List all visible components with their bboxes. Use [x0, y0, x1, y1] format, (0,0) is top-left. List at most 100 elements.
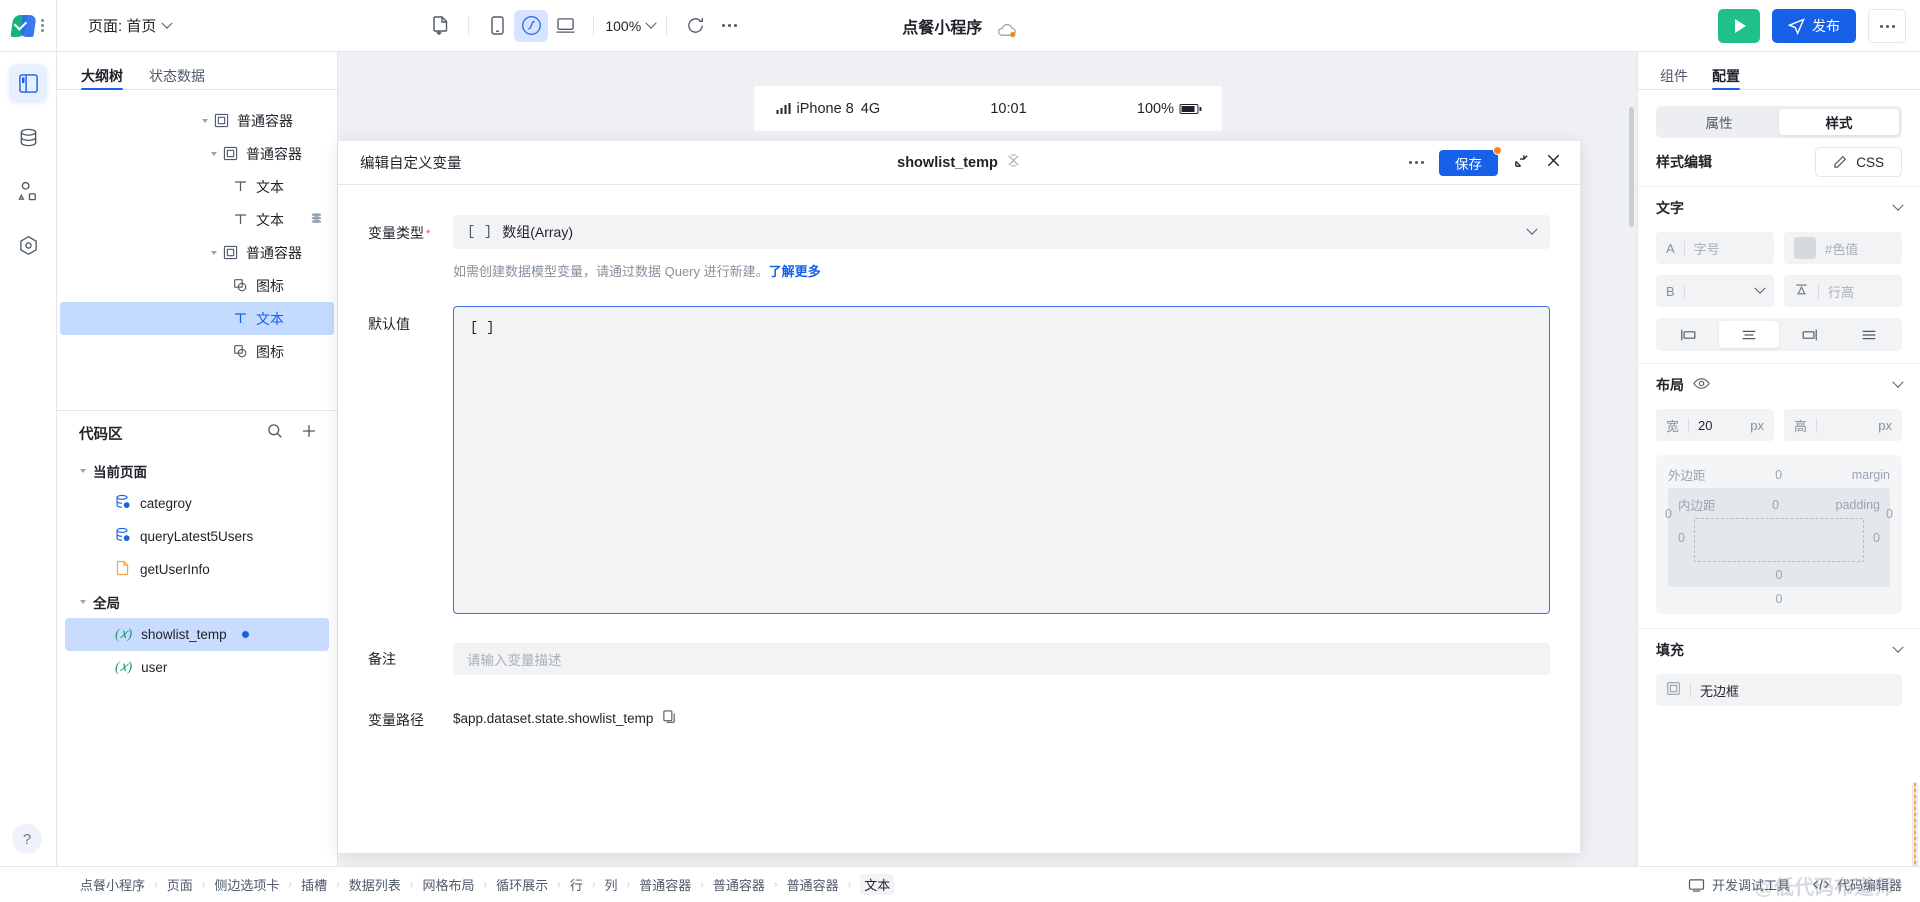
breadcrumb-item[interactable]: 行: [570, 875, 583, 894]
box-model-editor[interactable]: 外边距 0 margin 内边距 0 padding 0 0 0 0 0 0: [1656, 455, 1902, 614]
copy-icon[interactable]: [662, 709, 677, 727]
padding-left-value[interactable]: 0: [1678, 531, 1685, 545]
font-color-field[interactable]: #色值: [1784, 232, 1902, 264]
breadcrumb-item[interactable]: 普通容器: [639, 875, 691, 894]
align-right-button[interactable]: [1779, 321, 1839, 348]
mobile-device-icon[interactable]: [480, 10, 514, 42]
close-icon[interactable]: [1545, 152, 1562, 174]
css-edit-button[interactable]: CSS: [1815, 147, 1902, 177]
code-group-header[interactable]: 当前页面: [57, 455, 337, 487]
add-icon[interactable]: [301, 423, 317, 444]
tree-node[interactable]: 图标: [57, 335, 337, 368]
help-button[interactable]: ?: [12, 824, 42, 854]
code-group-header[interactable]: 全局: [57, 586, 337, 618]
logo-zone[interactable]: [0, 0, 57, 51]
tree-node[interactable]: 普通容器: [57, 137, 337, 170]
breadcrumb-item[interactable]: 侧边选项卡: [214, 875, 279, 894]
chevron-down-icon: [1892, 199, 1904, 211]
learn-more-link[interactable]: 了解更多: [769, 264, 821, 279]
run-button[interactable]: [1718, 9, 1760, 43]
margin-left-value[interactable]: 0: [1665, 507, 1672, 521]
breadcrumb-item-current[interactable]: 文本: [860, 874, 895, 895]
js-file-icon: [115, 560, 131, 579]
code-item-user[interactable]: (𝑥) user: [65, 651, 329, 684]
border-style-field[interactable]: 无边框: [1656, 674, 1902, 706]
expand-caret-icon[interactable]: [80, 600, 86, 604]
breadcrumb-item[interactable]: 普通容器: [713, 875, 765, 894]
logo-menu-icon[interactable]: [41, 19, 44, 32]
margin-right-value[interactable]: 0: [1886, 507, 1893, 521]
tab-state-data[interactable]: 状态数据: [149, 66, 205, 89]
code-item-getuserinfo[interactable]: getUserInfo: [65, 553, 329, 586]
code-editor-button[interactable]: 代码编辑器: [1812, 875, 1902, 894]
remark-input[interactable]: 请输入变量描述: [453, 643, 1550, 675]
code-item-showlist-temp[interactable]: (𝑥) showlist_temp: [65, 618, 329, 651]
color-swatch-icon[interactable]: [1794, 237, 1816, 259]
breadcrumb-item[interactable]: 页面: [167, 875, 193, 894]
tree-node[interactable]: 文本: [57, 170, 337, 203]
tab-configuration[interactable]: 配置: [1712, 66, 1740, 90]
tree-node-selected[interactable]: 文本: [60, 302, 334, 335]
segment-styles[interactable]: 样式: [1779, 109, 1899, 135]
refresh-icon[interactable]: [678, 10, 712, 42]
rail-item-components[interactable]: [9, 172, 47, 210]
save-button[interactable]: 保存: [1439, 145, 1502, 176]
expand-caret-icon[interactable]: [211, 151, 217, 156]
line-height-field[interactable]: 行高: [1784, 275, 1902, 307]
rail-item-data[interactable]: [9, 118, 47, 156]
tree-node[interactable]: 文本: [57, 203, 337, 236]
rail-item-plugins[interactable]: [9, 226, 47, 264]
more-horizontal-icon[interactable]: [712, 10, 746, 42]
margin-bottom-value[interactable]: 0: [1668, 587, 1890, 606]
tab-outline-tree[interactable]: 大纲树: [81, 66, 123, 90]
tree-node[interactable]: 普通容器: [57, 104, 337, 137]
align-justify-button[interactable]: [1839, 321, 1899, 348]
desktop-device-icon[interactable]: [548, 10, 582, 42]
dialog-more-icon[interactable]: [1409, 161, 1424, 164]
padding-bottom-value[interactable]: 0: [1678, 562, 1880, 582]
rename-icon[interactable]: [1006, 153, 1021, 172]
breadcrumb-item[interactable]: 循环展示: [496, 875, 548, 894]
tree-node[interactable]: 图标: [57, 269, 337, 302]
visibility-eye-icon[interactable]: [1693, 377, 1710, 393]
collapse-icon[interactable]: [1513, 152, 1530, 174]
default-value-editor[interactable]: [ ]: [453, 306, 1550, 614]
font-size-field[interactable]: A 字号: [1656, 232, 1774, 264]
padding-right-value[interactable]: 0: [1873, 531, 1880, 545]
segment-properties[interactable]: 属性: [1659, 109, 1779, 135]
margin-top-value[interactable]: 0: [1706, 468, 1852, 482]
breadcrumb-item[interactable]: 列: [605, 875, 618, 894]
section-layout-header[interactable]: 布局: [1638, 363, 1920, 405]
new-page-icon[interactable]: [423, 10, 457, 42]
expand-caret-icon[interactable]: [202, 118, 208, 123]
rail-item-outline[interactable]: [9, 64, 47, 102]
code-item-querylatest5users[interactable]: queryLatest5Users: [65, 520, 329, 553]
canvas-scrollbar[interactable]: [1629, 107, 1634, 227]
variable-type-select[interactable]: [ ] 数组(Array): [453, 215, 1550, 249]
mini-program-icon[interactable]: [514, 9, 549, 42]
breadcrumb-item[interactable]: 数据列表: [349, 875, 401, 894]
breadcrumb-item[interactable]: 插槽: [301, 875, 327, 894]
top-more-button[interactable]: [1868, 9, 1906, 43]
tree-node[interactable]: 普通容器: [57, 236, 337, 269]
font-weight-field[interactable]: B: [1656, 275, 1774, 307]
width-field[interactable]: 宽 20 px: [1656, 409, 1774, 441]
zoom-selector[interactable]: 100%: [605, 17, 657, 34]
code-item-categroy[interactable]: categroy: [65, 487, 329, 520]
expand-caret-icon[interactable]: [211, 250, 217, 255]
padding-top-value[interactable]: 0: [1716, 498, 1836, 512]
search-icon[interactable]: [267, 423, 283, 444]
tab-components[interactable]: 组件: [1660, 66, 1688, 89]
breadcrumb-item[interactable]: 点餐小程序: [80, 875, 145, 894]
publish-button[interactable]: 发布: [1772, 9, 1856, 43]
section-fill-header[interactable]: 填充: [1638, 628, 1920, 670]
height-field[interactable]: 高 px: [1784, 409, 1902, 441]
align-left-button[interactable]: [1659, 321, 1719, 348]
align-center-button[interactable]: [1719, 321, 1779, 348]
expand-caret-icon[interactable]: [80, 469, 86, 473]
debug-tool-button[interactable]: 开发调试工具: [1688, 875, 1790, 894]
breadcrumb-item[interactable]: 普通容器: [787, 875, 839, 894]
breadcrumb-item[interactable]: 网格布局: [422, 875, 474, 894]
section-text-header[interactable]: 文字: [1638, 186, 1920, 228]
page-selector[interactable]: 页面: 首页: [88, 15, 174, 36]
